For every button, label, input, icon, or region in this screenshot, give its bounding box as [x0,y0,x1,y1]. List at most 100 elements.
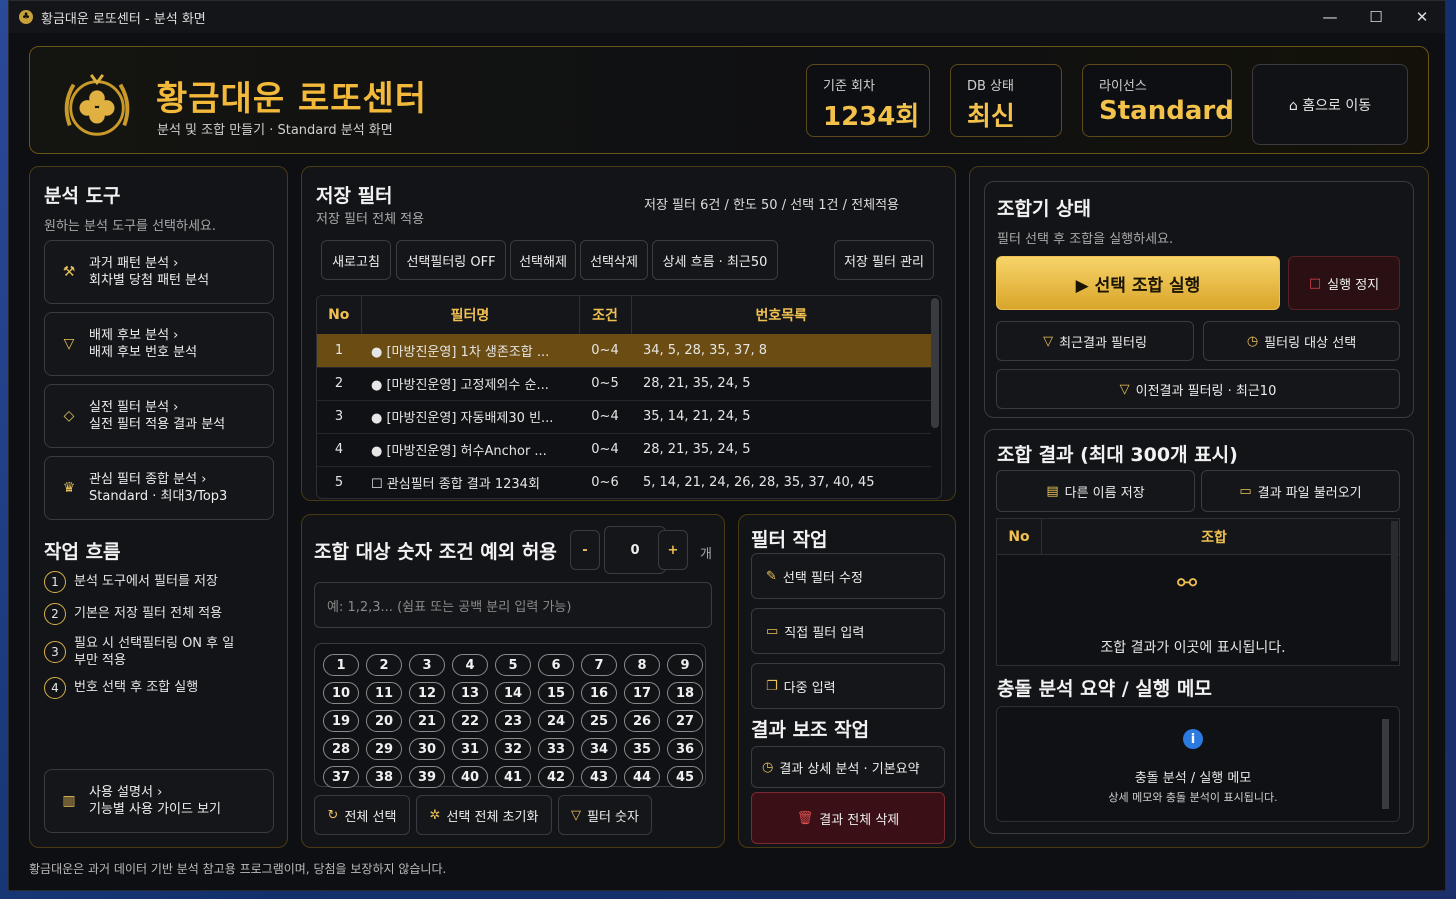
number-ball-8[interactable]: 8 [624,654,660,676]
number-ball-31[interactable]: 31 [452,738,488,760]
stop-button[interactable]: □ 실행 정지 [1288,256,1400,310]
delete-selected-button[interactable]: 선택삭제 [580,240,648,280]
saved-subtitle: 저장 필터 전체 적용 [316,212,425,227]
number-ball-33[interactable]: 33 [538,738,574,760]
number-ball-27[interactable]: 27 [667,710,703,732]
number-ball-38[interactable]: 38 [366,766,402,788]
direct-input-button[interactable]: ▭ 직접 필터 입력 [751,608,945,654]
number-ball-37[interactable]: 37 [323,766,359,788]
load-result-button[interactable]: ▭ 결과 파일 불러오기 [1201,470,1400,512]
number-ball-18[interactable]: 18 [667,682,703,704]
number-ball-19[interactable]: 19 [323,710,359,732]
number-ball-42[interactable]: 42 [538,766,574,788]
number-ball-39[interactable]: 39 [409,766,445,788]
number-ball-21[interactable]: 21 [409,710,445,732]
number-grid: 1 2 3 4 5 6 7 8 9 10 11 12 13 14 15 16 17 18 19 20 21 22 23 24 2… [314,643,706,788]
increment-button[interactable]: + [658,530,688,570]
save-as-button[interactable]: ▤ 다른 이름 저장 [996,470,1195,512]
tool-real-filter-button[interactable]: ◇ 실전 필터 분석 › 실전 필터 적용 결과 분석 [44,384,274,448]
number-ball-25[interactable]: 25 [581,710,617,732]
number-ball-16[interactable]: 16 [581,682,617,704]
number-ball-20[interactable]: 20 [366,710,402,732]
number-ball-11[interactable]: 11 [366,682,402,704]
tool-exclude-button[interactable]: ▽ 배제 후보 분석 › 배제 후보 번호 분석 [44,312,274,376]
number-ball-45[interactable]: 45 [667,766,703,788]
number-ball-23[interactable]: 23 [495,710,531,732]
cell: 0~5 [591,376,619,391]
run-combination-button[interactable]: ▶ 선택 조합 실행 [996,256,1280,310]
number-ball-26[interactable]: 26 [624,710,660,732]
number-ball-4[interactable]: 4 [452,654,488,676]
select-all-button[interactable]: ↻ 전체 선택 [314,795,410,835]
number-ball-35[interactable]: 35 [624,738,660,760]
table-row[interactable]: 3 ● [마방진운영] 자동배제30 빈... 0~4 35, 14, 21, 24,… [317,400,931,433]
number-ball-15[interactable]: 15 [538,682,574,704]
stat-value: 최신 [967,102,1015,132]
user-guide-button[interactable]: ▥ 사용 설명서 › 기능별 사용 가이드 보기 [44,769,274,833]
manage-filters-button[interactable]: 저장 필터 관리 [834,240,934,280]
footer-disclaimer: 황금대운은 과거 데이터 기반 분석 참고용 프로그램이며, 당첨을 보장하지 … [29,862,447,876]
number-ball-40[interactable]: 40 [452,766,488,788]
saved-info: 저장 필터 6건 / 한도 50 / 선택 1건 / 전체적용 [644,198,899,213]
delete-all-results-button[interactable]: 🗑 결과 전체 삭제 [751,792,945,844]
result-detail-button[interactable]: ◷ 결과 상세 분석 · 기본요약 [751,746,945,788]
number-ball-9[interactable]: 9 [667,654,703,676]
number-ball-41[interactable]: 41 [495,766,531,788]
select-filter-toggle[interactable]: 선택필터링 OFF [396,240,506,280]
number-ball-24[interactable]: 24 [538,710,574,732]
recent-filter-button[interactable]: ▽ 최근결과 필터링 [996,321,1194,361]
cell: 0~6 [591,475,619,491]
guide-desc: 기능별 사용 가이드 보기 [89,802,221,817]
number-ball-43[interactable]: 43 [581,766,617,788]
number-ball-5[interactable]: 5 [495,654,531,676]
filter-numbers-button[interactable]: ▽ 필터 숫자 [558,795,652,835]
maximize-button[interactable]: ☐ [1353,1,1399,33]
multi-input-button[interactable]: ❐ 다중 입력 [751,663,945,709]
refresh-button[interactable]: 새로고침 [321,240,391,280]
filter-target-button[interactable]: ◷ 필터링 대상 선택 [1203,321,1400,361]
number-ball-13[interactable]: 13 [452,682,488,704]
number-ball-1[interactable]: 1 [323,654,359,676]
header-panel: 황금대운 로또센터 분석 및 조합 만들기 · Standard 분석 화면 기… [29,46,1429,154]
table-row[interactable]: 4 ● [마방진운영] 허수Anchor ... 0~4 28, 21, 35, 24… [317,433,931,466]
number-ball-29[interactable]: 29 [366,738,402,760]
cell: 28, 21, 35, 24, 5 [643,442,751,457]
cell: 0~4 [591,409,619,424]
number-ball-30[interactable]: 30 [409,738,445,760]
number-ball-32[interactable]: 32 [495,738,531,760]
number-ball-10[interactable]: 10 [323,682,359,704]
number-ball-44[interactable]: 44 [624,766,660,788]
scrollbar[interactable] [1382,719,1389,809]
number-ball-2[interactable]: 2 [366,654,402,676]
number-ball-3[interactable]: 3 [409,654,445,676]
number-ball-34[interactable]: 34 [581,738,617,760]
tool-past-pattern-button[interactable]: ⚒ 과거 패턴 분석 › 회차별 당첨 패턴 분석 [44,240,274,304]
step-number: 2 [44,603,66,625]
table-row[interactable]: 2 ● [마방진운영] 고정제외수 순... 0~5 28, 21, 35, 24, … [317,367,931,400]
decrement-button[interactable]: - [570,530,600,570]
home-button[interactable]: ⌂ 홈으로 이동 [1252,64,1408,145]
detail-flow-button[interactable]: 상세 흐름 · 최근50 [652,240,778,280]
number-ball-17[interactable]: 17 [624,682,660,704]
tool-interest-button[interactable]: ♛ 관심 필터 종합 분석 › Standard · 최대3/Top3 [44,456,274,520]
number-ball-7[interactable]: 7 [581,654,617,676]
edit-filter-button[interactable]: ✎ 선택 필터 수정 [751,553,945,599]
close-button[interactable]: ✕ [1399,1,1445,33]
clover-logo-icon [64,73,130,136]
reset-selection-button[interactable]: ✲ 선택 전체 초기화 [416,795,552,835]
previous-filter-button[interactable]: ▽ 이전결과 필터링 · 최근10 [996,369,1400,409]
scrollbar[interactable] [1391,521,1398,661]
exception-count-input[interactable]: 0 [604,526,666,574]
number-ball-12[interactable]: 12 [409,682,445,704]
number-ball-36[interactable]: 36 [667,738,703,760]
minimize-button[interactable]: — [1307,1,1353,33]
scrollbar[interactable] [931,298,939,428]
table-row[interactable]: 1 ● [마방진운영] 1차 생존조합 ... 0~4 34, 5, 28, 35, … [317,334,931,367]
number-ball-28[interactable]: 28 [323,738,359,760]
number-ball-22[interactable]: 22 [452,710,488,732]
table-row[interactable]: 5 ☐ 관심필터 종합 결과 1234회 0~6 5, 14, 21, 24, 26,… [317,466,931,498]
number-input[interactable]: 예: 1,2,3... (쉼표 또는 공백 분리 입력 가능) [314,582,712,628]
number-ball-6[interactable]: 6 [538,654,574,676]
deselect-button[interactable]: 선택해제 [510,240,576,280]
number-ball-14[interactable]: 14 [495,682,531,704]
